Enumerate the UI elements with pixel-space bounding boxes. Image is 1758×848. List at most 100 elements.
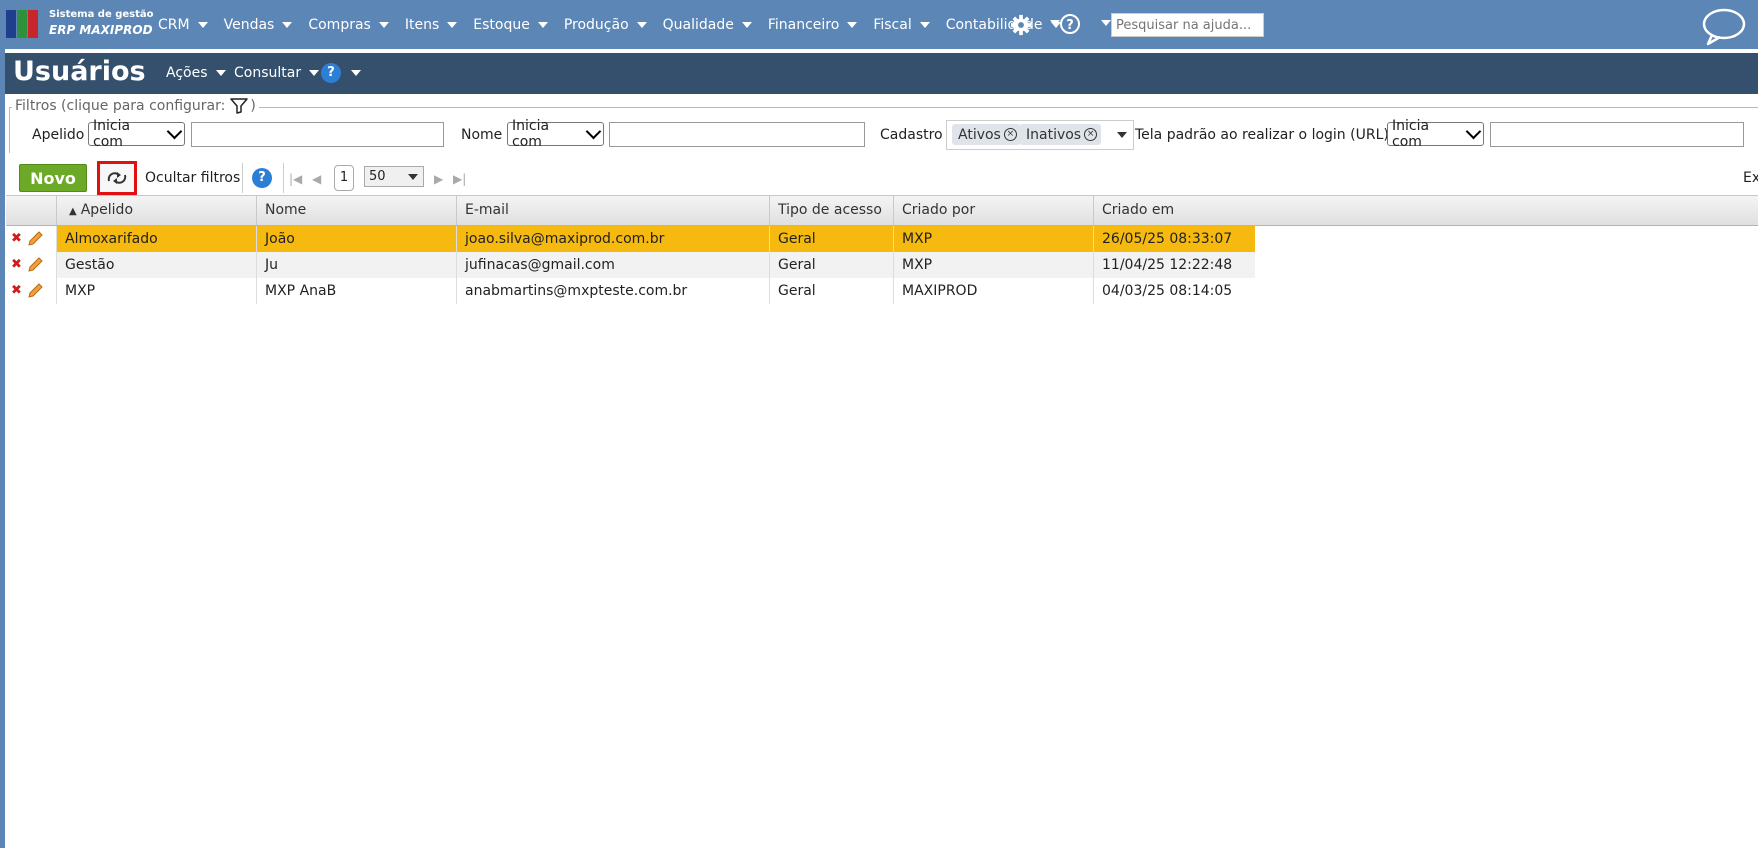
menu-estoque[interactable]: Estoque [473,17,548,33]
column-header-criado-por[interactable]: Criado por [893,196,1093,225]
delete-x-icon[interactable]: ✖ [11,231,22,246]
next-page-icon[interactable]: ▶ [434,172,443,186]
cell-nome: João [256,226,456,252]
refresh-button[interactable] [97,161,137,195]
caret-down-icon [919,21,930,28]
caret-down-icon [378,21,389,28]
table-row[interactable]: ✖ Almoxarifado João joao.silva@maxiprod.… [6,226,1758,252]
last-page-icon[interactable]: ▶| [453,172,466,186]
column-header-nome[interactable]: Nome [256,196,456,225]
caret-down-icon [215,70,226,76]
menu-itens[interactable]: Itens [405,17,458,33]
menu-financeiro[interactable]: Financeiro [768,17,858,33]
menu-acoes[interactable]: Ações [166,65,226,81]
grid-toolbar: Novo Ocultar filtros ? |◀ ◀ 1 50 ▶ ▶| Ex… [9,161,1758,195]
pencil-icon[interactable] [26,256,44,274]
nome-mode-select[interactable]: Inicia com [507,118,604,150]
grid-header: ▲ Apelido Nome E-mail Tipo de acesso Cria… [6,195,1758,226]
logo-line1: Sistema de gestão [49,9,154,20]
cell-tipo-acesso: Geral [769,278,893,304]
caret-down-icon [537,21,548,28]
menu-qualidade[interactable]: Qualidade [663,17,752,33]
left-border [0,49,5,848]
row-actions: ✖ [6,252,54,278]
remove-tag-icon[interactable]: × [1003,128,1017,141]
cell-criado-em: 26/05/25 08:33:07 [1093,226,1255,252]
page-number[interactable]: 1 [334,165,354,191]
cell-nome: Ju [256,252,456,278]
cell-criado-por: MXP [893,252,1093,278]
caret-down-icon [636,21,647,28]
apelido-input[interactable] [191,122,444,147]
refresh-icon [107,172,127,184]
prev-page-icon[interactable]: ◀ [312,172,321,186]
tag-ativos[interactable]: Ativos × [952,124,1021,145]
table-row[interactable]: ✖ Gestão Ju jufinacas@gmail.com Geral MX… [6,252,1758,278]
menu-crm[interactable]: CRM [158,17,208,33]
cell-criado-por: MAXIPROD [893,278,1093,304]
caret-down-icon [282,21,293,28]
grid-help-icon[interactable]: ? [252,168,272,188]
settings-caret-icon[interactable] [1050,20,1060,26]
first-page-icon[interactable]: |◀ [289,172,302,186]
menu-producao[interactable]: Produção [564,17,647,33]
delete-x-icon[interactable]: ✖ [11,257,22,272]
exibir-button[interactable]: Exi [1743,170,1758,186]
cadastro-multiselect[interactable]: Ativos × Inativos × [946,120,1134,150]
apelido-mode-select[interactable]: Inicia com [88,118,185,150]
help-caret-icon[interactable] [1101,20,1111,26]
column-header-tipo-acesso[interactable]: Tipo de acesso [769,196,893,225]
gear-icon[interactable] [1010,14,1032,36]
tela-input[interactable] [1490,122,1744,147]
help-icon[interactable]: ? [1060,14,1080,34]
page-titlebar: Usuários Ações Consultar ? [5,53,1758,94]
row-actions: ✖ [6,226,54,252]
column-header-criado-em[interactable]: Criado em [1093,196,1758,225]
help-search-input[interactable] [1111,13,1264,37]
tela-padrao-label: Tela padrão ao realizar o login (URL) [1135,127,1389,143]
app-logo[interactable]: Sistema de gestão ERP MAXIPROD [6,8,154,40]
caret-down-icon [447,21,458,28]
filter-funnel-icon[interactable] [230,98,249,114]
top-navbar: Sistema de gestão ERP MAXIPROD CRM Venda… [0,0,1758,49]
menu-contabilidade[interactable]: Contabilidade [946,17,1061,33]
remove-tag-icon[interactable]: × [1084,128,1098,141]
caret-down-icon [847,21,858,28]
page-help-menu[interactable]: ? [321,63,361,83]
novo-button[interactable]: Novo [19,164,87,192]
filters-panel: Filtros (clique para configurar: ) Apeli… [9,98,1758,153]
cadastro-label: Cadastro [880,127,943,143]
cell-apelido: MXP [56,278,256,304]
page-size-select[interactable]: 50 [364,166,424,187]
ocultar-filtros-button[interactable]: Ocultar filtros [145,170,240,186]
table-row[interactable]: ✖ MXP MXP AnaB anabmartins@mxpteste.com.… [6,278,1758,304]
caret-down-icon[interactable] [1117,132,1127,138]
menu-consultar[interactable]: Consultar [234,65,320,81]
cell-email: anabmartins@mxpteste.com.br [456,278,769,304]
caret-down-icon [309,70,320,76]
nome-input[interactable] [609,122,865,147]
pencil-icon[interactable] [26,230,44,248]
help-circle-icon[interactable]: ? [321,63,341,83]
column-header-apelido[interactable]: ▲ Apelido [56,196,256,225]
actions-header [6,196,56,225]
caret-down-icon [351,70,361,76]
filters-legend[interactable]: Filtros (clique para configurar: ) [12,98,259,114]
menu-vendas[interactable]: Vendas [224,17,293,33]
page-title: Usuários [13,56,146,87]
caret-down-icon [741,21,752,28]
caret-down-icon [408,174,418,180]
tag-inativos[interactable]: Inativos × [1020,124,1102,145]
menu-fiscal[interactable]: Fiscal [873,17,930,33]
sort-asc-icon: ▲ [69,206,77,217]
column-header-email[interactable]: E-mail [456,196,769,225]
toolbar-separator [283,163,284,193]
chat-bubble-icon[interactable] [1700,6,1746,46]
cell-email: jufinacas@gmail.com [456,252,769,278]
menu-compras[interactable]: Compras [308,17,389,33]
cell-criado-por: MXP [893,226,1093,252]
apelido-label: Apelido [32,127,85,143]
delete-x-icon[interactable]: ✖ [11,283,22,298]
tela-mode-select[interactable]: Inicia com [1387,118,1484,150]
pencil-icon[interactable] [26,282,44,300]
